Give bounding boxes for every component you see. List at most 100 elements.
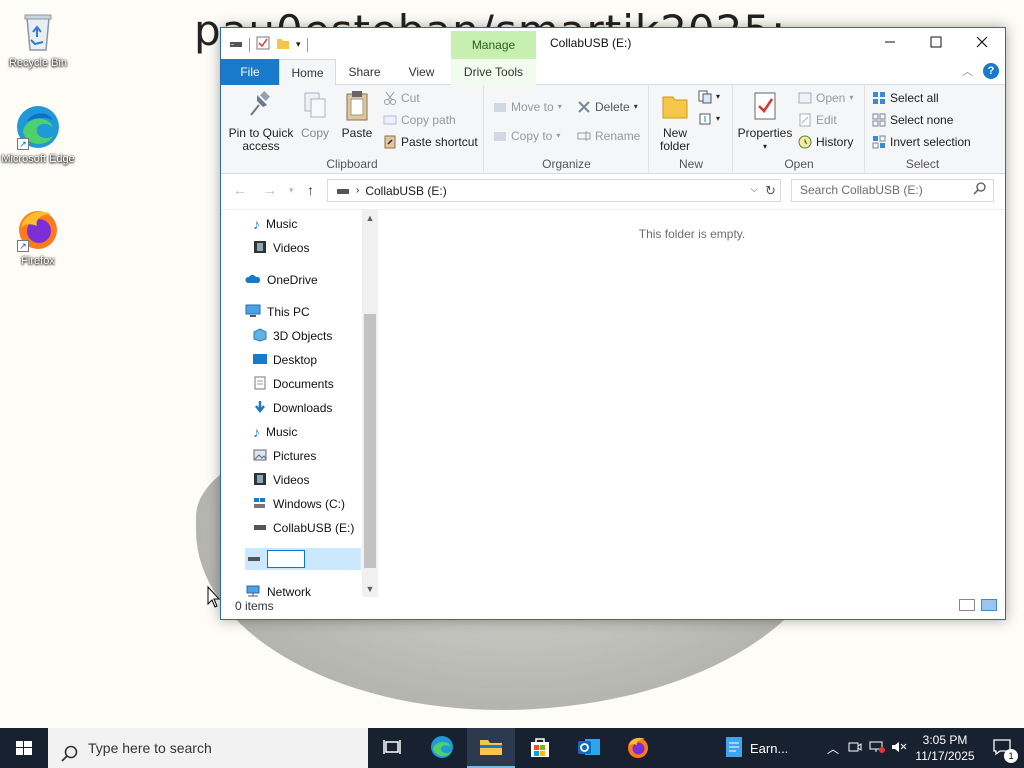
search-input[interactable]: Search CollabUSB (E:)	[791, 179, 994, 202]
cut-button[interactable]: Cut	[383, 88, 420, 108]
new-folder-button[interactable]: New folder	[654, 89, 696, 153]
help-icon[interactable]: ?	[983, 63, 999, 79]
windows-drive-icon	[253, 497, 267, 512]
desktop-icon-firefox[interactable]: ↗ Firefox	[0, 206, 76, 268]
nav-item-collabusb[interactable]: CollabUSB (E:)	[253, 517, 354, 539]
history-button[interactable]: History	[798, 132, 853, 152]
select-none-button[interactable]: Select none	[872, 110, 953, 130]
search-icon[interactable]	[973, 182, 986, 198]
delete-icon	[577, 100, 591, 114]
invert-selection-button[interactable]: Invert selection	[872, 132, 971, 152]
details-view-icon[interactable]	[959, 599, 975, 611]
nav-pane-scrollbar[interactable]: ▲ ▼	[362, 210, 378, 597]
scrollbar-thumb[interactable]	[364, 314, 376, 568]
up-arrow-icon[interactable]: ↑	[307, 182, 314, 198]
taskbar-document-button[interactable]: Earn...	[716, 728, 806, 768]
customize-qat-icon[interactable]: ▾	[296, 39, 301, 50]
paste-button[interactable]: Paste	[337, 89, 377, 140]
close-button[interactable]	[959, 28, 1005, 59]
nav-item-this-pc[interactable]: This PC	[245, 301, 310, 323]
nav-item-network[interactable]: Network	[245, 581, 311, 597]
pin-to-quick-access-button[interactable]: Pin to Quick access	[227, 89, 295, 153]
recent-locations-icon[interactable]: ▾	[289, 185, 294, 196]
content-area: ♪ Music Videos OneDrive This PC 3D Objec…	[221, 209, 1005, 597]
volume-muted-icon[interactable]	[888, 741, 910, 756]
nav-item-videos[interactable]: Videos	[253, 237, 309, 259]
forward-arrow-icon[interactable]: →	[263, 182, 277, 198]
taskbar-outlook-button[interactable]	[565, 728, 613, 768]
tab-share[interactable]: Share	[337, 59, 392, 85]
nav-item-downloads[interactable]: Downloads	[253, 397, 332, 419]
open-button[interactable]: Open ▾	[798, 88, 853, 108]
taskbar-store-button[interactable]	[516, 728, 564, 768]
easy-access-button[interactable]: ▾	[698, 109, 720, 129]
nav-item-pictures[interactable]: Pictures	[253, 445, 316, 467]
start-button[interactable]	[0, 728, 48, 768]
show-hidden-icons-icon[interactable]: ︿	[822, 740, 844, 757]
delete-button[interactable]: Delete ▾	[577, 97, 638, 117]
back-arrow-icon[interactable]: ←	[233, 182, 247, 198]
new-folder-icon[interactable]	[276, 36, 290, 53]
taskbar-edge-button[interactable]	[418, 728, 466, 768]
breadcrumb-current[interactable]: CollabUSB (E:)	[365, 184, 446, 198]
move-to-icon	[493, 100, 507, 114]
store-icon	[529, 736, 551, 761]
scroll-down-icon[interactable]: ▼	[362, 584, 378, 594]
task-view-button[interactable]	[368, 728, 416, 768]
meet-now-icon[interactable]	[844, 741, 866, 756]
large-icons-view-icon[interactable]	[981, 599, 997, 611]
collapse-ribbon-icon[interactable]: ︿	[962, 63, 973, 79]
title-bar[interactable]: ▾ Manage CollabUSB (E:)	[221, 28, 1005, 59]
move-to-label: Move to	[511, 100, 554, 114]
properties-icon[interactable]	[256, 36, 270, 53]
rename-input[interactable]	[267, 550, 305, 568]
minimize-button[interactable]	[867, 28, 913, 59]
tab-view[interactable]: View	[394, 59, 449, 85]
new-item-button[interactable]: ▾	[698, 87, 720, 107]
taskbar-firefox-button[interactable]	[614, 728, 662, 768]
nav-item-windows-c[interactable]: Windows (C:)	[253, 493, 345, 515]
copy-button[interactable]: Copy	[295, 89, 335, 140]
notification-center-button[interactable]: 1	[980, 738, 1024, 763]
tab-file[interactable]: File	[221, 59, 279, 85]
drive-icon[interactable]	[229, 38, 243, 52]
nav-item-renaming[interactable]	[245, 548, 361, 570]
chevron-down-icon: ▾	[633, 102, 638, 111]
breadcrumb-separator-icon[interactable]: ›	[356, 185, 359, 196]
pin-icon	[245, 89, 277, 123]
tab-manage[interactable]: Manage	[451, 31, 536, 59]
properties-button[interactable]: Properties ▾	[736, 89, 794, 153]
tab-home[interactable]: Home	[279, 59, 336, 86]
move-to-button[interactable]: Move to ▾	[493, 97, 562, 117]
refresh-icon[interactable]: ↻	[765, 183, 776, 199]
network-status-icon[interactable]	[866, 741, 888, 756]
file-list-pane[interactable]: This folder is empty.	[379, 210, 1005, 597]
nav-item-documents[interactable]: Documents	[253, 373, 334, 395]
nav-item-videos[interactable]: Videos	[253, 469, 309, 491]
nav-item-music[interactable]: ♪ Music	[253, 421, 297, 443]
paste-shortcut-button[interactable]: Paste shortcut	[383, 132, 478, 152]
clock[interactable]: 3:05 PM 11/17/2025	[910, 732, 980, 764]
taskbar-file-explorer-button[interactable]	[467, 728, 515, 768]
nav-item-onedrive[interactable]: OneDrive	[245, 269, 318, 291]
desktop-icon-recycle-bin[interactable]: Recycle Bin	[0, 8, 76, 70]
edit-button[interactable]: Edit	[798, 110, 837, 130]
select-all-button[interactable]: Select all	[872, 88, 939, 108]
new-folder-label: New folder	[659, 126, 691, 153]
nav-item-3d-objects[interactable]: 3D Objects	[253, 325, 332, 347]
maximize-button[interactable]	[913, 28, 959, 59]
scroll-up-icon[interactable]: ▲	[362, 213, 378, 223]
copy-to-button[interactable]: Copy to ▾	[493, 126, 560, 146]
rename-button[interactable]: Rename	[577, 126, 640, 146]
desktop-icon-edge[interactable]: ↗ Microsoft Edge	[0, 104, 76, 166]
nav-item-music[interactable]: ♪ Music	[253, 213, 297, 235]
new-folder-icon	[659, 89, 691, 123]
copy-path-button[interactable]: Copy path	[383, 110, 456, 130]
tab-drive-tools[interactable]: Drive Tools	[451, 59, 536, 85]
paste-label: Paste	[341, 126, 373, 140]
address-dropdown-icon[interactable]: ⌵	[750, 184, 758, 195]
taskbar-search-input[interactable]: Type here to search	[48, 728, 368, 768]
nav-item-desktop[interactable]: Desktop	[253, 349, 317, 371]
address-box[interactable]: › CollabUSB (E:) ⌵ ↻	[327, 179, 781, 202]
taskbar-search-placeholder: Type here to search	[88, 740, 212, 756]
